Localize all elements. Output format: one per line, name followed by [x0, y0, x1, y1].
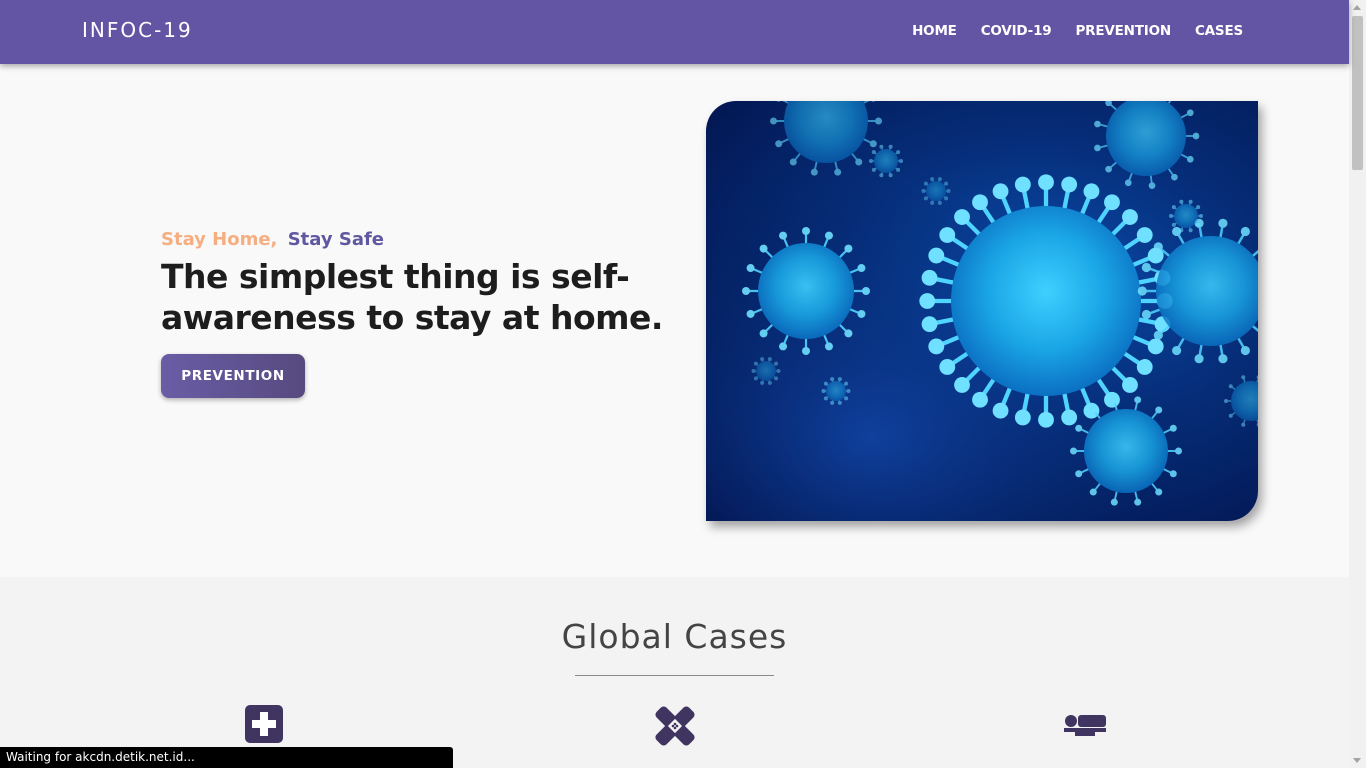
nav-link-home[interactable]: HOME — [912, 23, 957, 39]
medical-cross-icon — [245, 705, 283, 743]
virus-image — [706, 101, 1258, 521]
nav-link-covid19[interactable]: COVID-19 — [981, 23, 1052, 39]
tagline-stay-safe: Stay Safe — [287, 229, 384, 250]
nav-link-cases[interactable]: CASES — [1195, 23, 1243, 39]
global-cases-section: Global Cases — [0, 577, 1349, 768]
nav-links: HOME COVID-19 PREVENTION CASES — [912, 23, 1243, 39]
brand-logo[interactable]: INFOC-19 — [82, 18, 193, 42]
page-scrollbar[interactable] — [1349, 0, 1366, 768]
tagline-stay-home: Stay Home, — [161, 229, 278, 250]
global-cases-title: Global Cases — [561, 617, 788, 656]
bandage-icon — [655, 706, 695, 746]
scrollbar-thumb[interactable] — [1352, 16, 1363, 170]
hero-tagline: Stay Home, Stay Safe — [161, 229, 384, 250]
top-navbar: INFOC-19 HOME COVID-19 PREVENTION CASES — [0, 0, 1349, 64]
hero-headline: The simplest thing is self-awareness to … — [161, 257, 663, 337]
scroll-up-arrow-icon[interactable] — [1353, 5, 1361, 10]
browser-status-bar: Waiting for akcdn.detik.net.id... — [0, 747, 453, 768]
prevention-button[interactable]: PREVENTION — [161, 354, 305, 398]
nav-link-prevention[interactable]: PREVENTION — [1075, 23, 1171, 39]
title-divider — [575, 675, 774, 676]
virus-illustration — [706, 101, 1258, 521]
hero-section: Stay Home, Stay Safe The simplest thing … — [0, 64, 1349, 577]
hospital-bed-icon — [1064, 715, 1106, 736]
scroll-down-arrow-icon[interactable] — [1353, 758, 1361, 763]
